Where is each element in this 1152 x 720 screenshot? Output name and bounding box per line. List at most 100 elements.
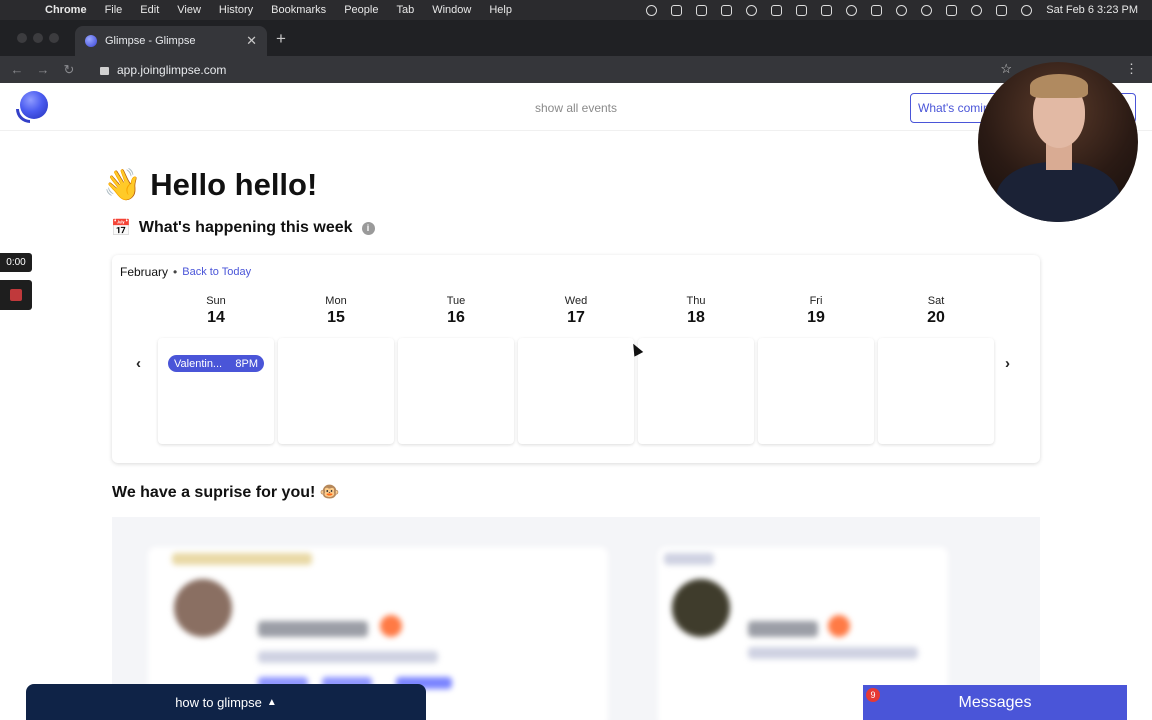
blurred-line <box>258 621 368 637</box>
how-to-glimpse-label: how to glimpse <box>175 694 262 710</box>
blurred-line <box>748 621 818 637</box>
user-icon[interactable] <box>896 4 908 16</box>
menu-history[interactable]: History <box>210 4 262 16</box>
status-icons: Sat Feb 6 3:23 PM <box>646 0 1138 20</box>
day-name: Mon <box>325 295 347 307</box>
url-text[interactable]: app.joinglimpse.com <box>117 63 226 77</box>
menu-edit[interactable]: Edit <box>131 4 168 16</box>
menu-help[interactable]: Help <box>480 4 521 16</box>
day-name: Tue <box>446 295 466 307</box>
browser-tabstrip: Glimpse - Glimpse ✕ + <box>0 20 1152 56</box>
week-calendar: February • Back to Today Sun 14 Mon 15 T… <box>112 255 1040 463</box>
menu-view[interactable]: View <box>168 4 210 16</box>
zoom-icon[interactable] <box>671 4 683 16</box>
time-machine-icon[interactable] <box>921 4 933 16</box>
battery-icon[interactable] <box>821 4 833 16</box>
day-header: Sat 20 <box>878 295 994 327</box>
zoom-window-icon[interactable] <box>49 33 59 43</box>
day-cell-mon[interactable] <box>278 338 394 444</box>
surprise-section-heading: We have a suprise for you! 🐵 <box>112 484 340 501</box>
menubar-clock[interactable]: Sat Feb 6 3:23 PM <box>1046 4 1138 16</box>
messages-bar[interactable]: Messages <box>863 685 1127 720</box>
new-tab-icon[interactable]: + <box>276 29 286 49</box>
day-cell-wed[interactable] <box>518 338 634 444</box>
map-icon[interactable] <box>696 4 708 16</box>
docker-icon[interactable] <box>721 4 733 16</box>
blurred-line <box>664 553 714 565</box>
blurred-line <box>172 553 312 565</box>
webcam-body <box>996 162 1120 222</box>
blurred-line <box>258 651 438 663</box>
day-name: Fri <box>809 295 823 307</box>
menu-app-name[interactable]: Chrome <box>36 4 96 16</box>
day-cell-thu[interactable] <box>638 338 754 444</box>
blurred-avatar <box>174 579 232 637</box>
day-header: Fri 19 <box>758 295 874 327</box>
greeting-text: Hello hello! <box>150 167 318 202</box>
messages-label: Messages <box>958 693 1032 711</box>
day-header: Thu 18 <box>638 295 754 327</box>
day-header: Sun 14 <box>158 295 274 327</box>
webcam-hair <box>1030 74 1088 98</box>
volume-icon[interactable] <box>771 4 783 16</box>
day-header: Mon 15 <box>278 295 394 327</box>
how-to-glimpse-bar[interactable]: how to glimpse ▲ <box>26 684 426 720</box>
glimpse-favicon-icon <box>85 35 97 47</box>
tab-title: Glimpse - Glimpse <box>105 35 196 47</box>
recording-timer: 0:00 <box>0 253 32 272</box>
input-icon[interactable] <box>871 4 883 16</box>
bluetooth-icon[interactable] <box>796 4 808 16</box>
day-header: Wed 17 <box>518 295 634 327</box>
day-cell-fri[interactable] <box>758 338 874 444</box>
day-cell-sun[interactable] <box>158 338 274 444</box>
control-center-icon[interactable] <box>996 4 1008 16</box>
day-cell-sat[interactable] <box>878 338 994 444</box>
forward-icon[interactable]: → <box>30 62 56 77</box>
minimize-window-icon[interactable] <box>33 33 43 43</box>
menu-tab[interactable]: Tab <box>387 4 423 16</box>
blurred-avatar <box>672 579 730 637</box>
calendar-emoji-icon: 📅 <box>111 220 131 237</box>
info-icon[interactable]: i <box>361 221 375 235</box>
blurred-dot <box>380 615 402 637</box>
browser-tab[interactable]: Glimpse - Glimpse ✕ <box>75 26 267 56</box>
moon-icon[interactable] <box>746 4 758 16</box>
day-number: 17 <box>567 309 585 326</box>
close-window-icon[interactable] <box>17 33 27 43</box>
week-section-title: What's happening this week <box>138 219 353 236</box>
menu-people[interactable]: People <box>335 4 387 16</box>
chevron-up-icon: ▲ <box>266 696 277 708</box>
address-bar[interactable]: app.joinglimpse.com ☆ <box>88 58 1018 81</box>
menu-bookmarks[interactable]: Bookmarks <box>262 4 335 16</box>
week-section-heading: 📅 What's happening this week i <box>111 218 375 238</box>
chevron-left-icon[interactable]: ‹ <box>136 355 141 372</box>
lock-icon <box>100 66 109 75</box>
siri-icon[interactable] <box>1021 4 1033 16</box>
stop-recording-button[interactable] <box>0 280 32 310</box>
blurred-line <box>748 647 918 659</box>
message-count-badge: 9 <box>866 688 880 702</box>
spotlight-icon[interactable] <box>971 4 983 16</box>
back-to-today-link[interactable]: Back to Today <box>182 266 251 278</box>
webcam-overlay <box>978 62 1138 222</box>
chevron-right-icon[interactable]: › <box>1005 355 1010 372</box>
day-name: Sun <box>206 295 226 307</box>
day-number: 14 <box>207 309 225 326</box>
day-number: 19 <box>807 309 825 326</box>
month-separator: • <box>173 265 178 279</box>
reload-icon[interactable]: ↻ <box>56 62 82 78</box>
star-icon[interactable]: ☆ <box>1000 61 1012 77</box>
back-icon[interactable]: ← <box>4 62 30 77</box>
menu-window[interactable]: Window <box>423 4 480 16</box>
browser-menu-icon[interactable]: ⋮ <box>1125 61 1138 77</box>
stop-icon <box>10 289 22 301</box>
brightness-icon[interactable] <box>646 4 658 16</box>
wifi-icon[interactable] <box>846 4 858 16</box>
menu-file[interactable]: File <box>96 4 132 16</box>
calendar-month: February <box>120 265 169 279</box>
tab-close-icon[interactable]: ✕ <box>246 33 257 49</box>
event-pill[interactable]: Valentin... 8PM <box>168 355 264 372</box>
day-cell-tue[interactable] <box>398 338 514 444</box>
day-number: 20 <box>927 309 945 326</box>
keyboard-icon[interactable] <box>946 4 958 16</box>
